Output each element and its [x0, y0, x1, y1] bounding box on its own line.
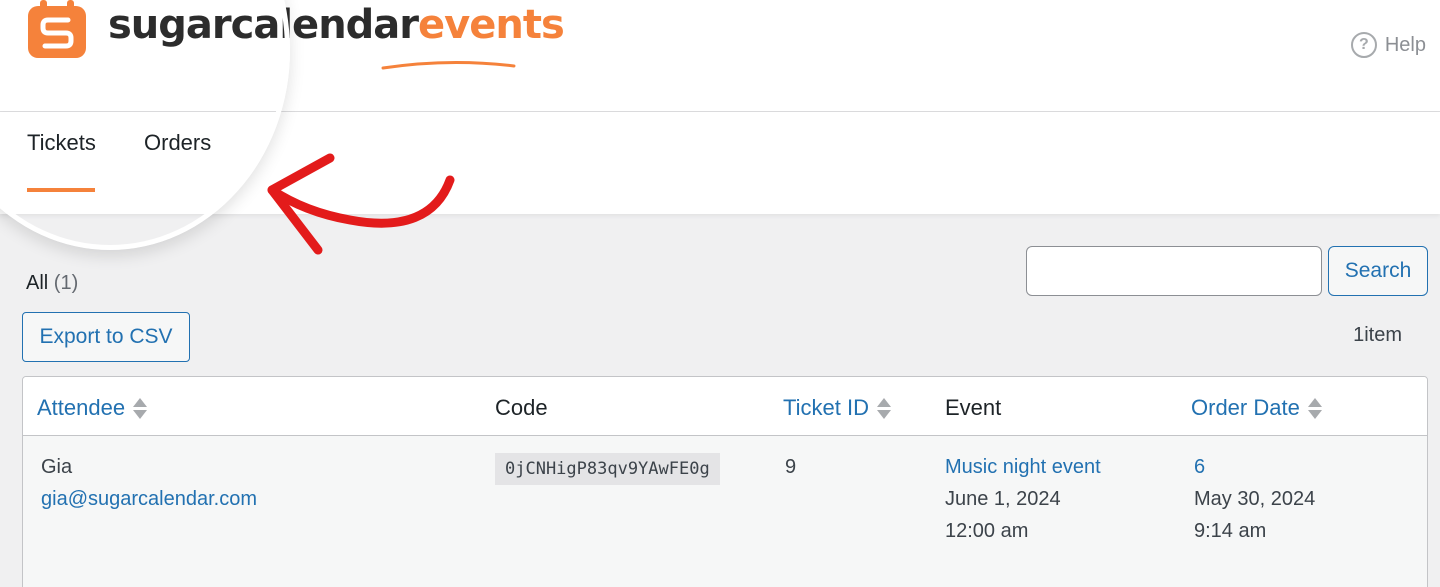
tab-tickets[interactable]: Tickets	[27, 130, 96, 156]
sort-icon	[133, 397, 148, 419]
ticket-code: 0jCNHigP83qv9YAwFE0g	[495, 453, 720, 485]
column-header-event: Event	[945, 395, 1001, 421]
ticket-id: 9	[785, 456, 797, 478]
tab-orders[interactable]: Orders	[144, 130, 211, 156]
attendee-name: Gia	[41, 456, 73, 478]
table-header: Attendee Code Ticket ID Event Order Date	[23, 377, 1427, 436]
tickets-table: Attendee Code Ticket ID Event Order Date…	[22, 376, 1428, 587]
event-cell: Music night event June 1, 2024 12:00 am	[945, 451, 1101, 547]
column-label: Ticket ID	[783, 395, 869, 420]
filter-all-count: (1)	[53, 272, 79, 294]
event-link[interactable]: Music night event	[945, 451, 1101, 483]
order-cell: 6 May 30, 2024 9:14 am	[1194, 451, 1315, 547]
app-header: sugarcalendarevents ? Help	[0, 0, 1440, 112]
column-label: Code	[495, 395, 548, 420]
filter-all-label: All	[26, 272, 49, 294]
column-header-order-date[interactable]: Order Date	[1191, 395, 1322, 421]
column-header-attendee[interactable]: Attendee	[37, 395, 148, 421]
page: sugarcalendarevents ? Help Tickets Order…	[0, 0, 1440, 587]
column-label: Event	[945, 395, 1002, 420]
active-tab-indicator	[27, 188, 95, 192]
wordmark-swoosh	[381, 60, 516, 70]
sort-icon	[1307, 397, 1322, 419]
event-time: 12:00 am	[945, 520, 1029, 542]
tab-bar: Tickets Orders	[0, 112, 1440, 214]
brand-wordmark: sugarcalendarevents	[108, 2, 565, 48]
help-label: Help	[1384, 33, 1426, 56]
filter-all[interactable]: All (1)	[26, 272, 78, 295]
column-label: Order Date	[1191, 395, 1300, 420]
column-label: Attendee	[37, 395, 126, 420]
question-circle-icon: ?	[1350, 32, 1377, 58]
attendee-cell: Gia gia@sugarcalendar.com	[41, 451, 257, 515]
column-header-ticket-id[interactable]: Ticket ID	[783, 395, 891, 421]
item-count: 1item	[1353, 324, 1402, 346]
order-date: May 30, 2024	[1194, 488, 1316, 510]
order-link[interactable]: 6	[1194, 451, 1315, 483]
attendee-email-link[interactable]: gia@sugarcalendar.com	[41, 483, 257, 515]
column-header-code: Code	[495, 395, 548, 421]
sort-icon	[876, 397, 891, 419]
export-csv-button[interactable]: Export to CSV	[22, 312, 190, 362]
annotation-arrow-icon	[267, 153, 455, 255]
search-button[interactable]: Search	[1328, 246, 1428, 296]
help-link[interactable]: ? Help	[1350, 32, 1426, 58]
calendar-s-icon	[28, 0, 86, 58]
event-date: June 1, 2024	[945, 488, 1061, 510]
search-input[interactable]	[1026, 246, 1322, 296]
order-time: 9:14 am	[1194, 520, 1267, 542]
